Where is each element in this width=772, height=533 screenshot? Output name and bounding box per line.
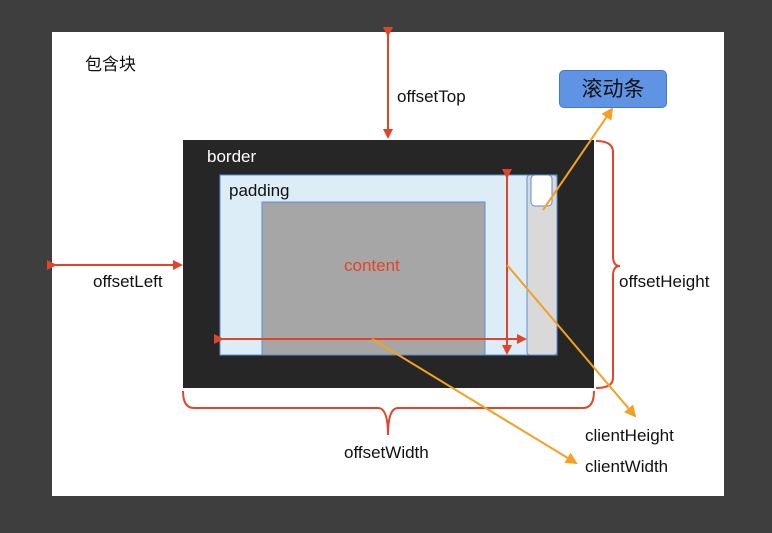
offset-width-label: offsetWidth bbox=[344, 443, 429, 462]
offset-width-brace bbox=[182, 390, 595, 436]
offset-left-label: offsetLeft bbox=[93, 272, 163, 291]
offset-height-brace bbox=[595, 140, 621, 389]
content-label: content bbox=[344, 256, 400, 275]
client-width-label: clientWidth bbox=[585, 457, 669, 476]
content-box bbox=[261, 201, 486, 356]
client-height-label: clientHeight bbox=[585, 426, 674, 445]
offset-top-label: offsetTop bbox=[397, 87, 466, 106]
containing-block-label: 包含块 bbox=[85, 55, 136, 74]
border-label: border bbox=[207, 147, 257, 166]
offset-height-label: offsetHeight bbox=[619, 272, 710, 291]
padding-label: padding bbox=[229, 181, 290, 200]
scrollbar-label: 滚动条 bbox=[559, 70, 667, 108]
